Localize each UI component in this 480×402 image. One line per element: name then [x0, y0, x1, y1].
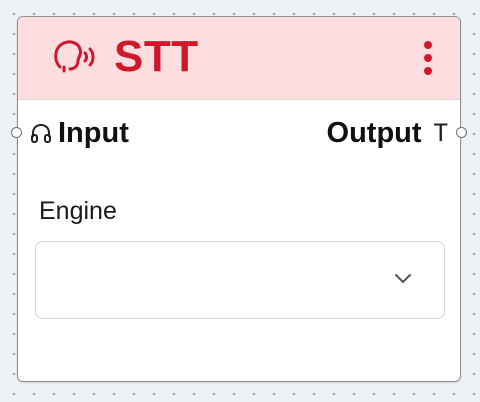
port-row: Input Output T [11, 115, 467, 155]
output-port-handle[interactable] [456, 127, 467, 138]
engine-label: Engine [39, 197, 117, 225]
output-port: Output T [327, 115, 448, 151]
engine-select[interactable] [35, 241, 445, 319]
node-title: STT [114, 32, 199, 81]
stt-node[interactable]: STT Input Output T Engine [11, 16, 467, 382]
text-type-icon: T [433, 119, 448, 147]
speech-to-text-icon [54, 40, 95, 73]
node-header: STT [18, 17, 460, 100]
output-port-label: Output [326, 117, 422, 149]
input-port: Input [30, 115, 129, 151]
chevron-down-icon [395, 274, 411, 283]
input-port-label: Input [58, 117, 129, 149]
input-port-handle[interactable] [11, 127, 22, 138]
more-vertical-icon[interactable] [410, 37, 446, 79]
headphones-icon [31, 123, 51, 143]
